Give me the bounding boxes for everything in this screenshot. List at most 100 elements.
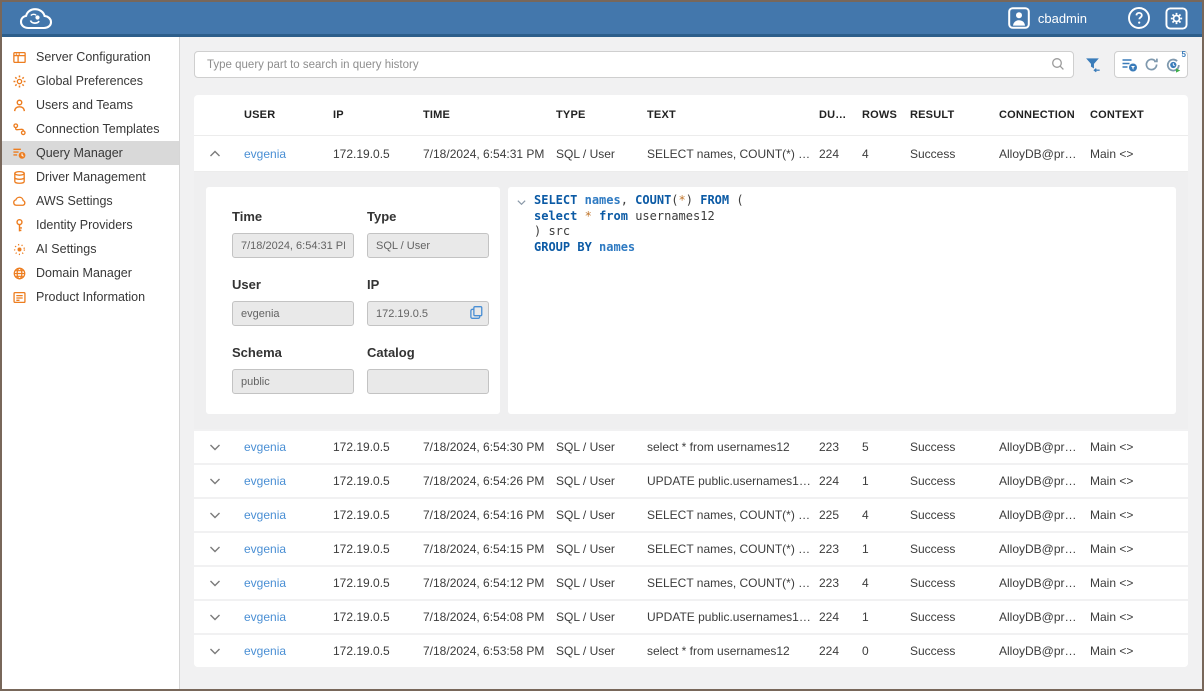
sql-viewer[interactable]: SELECT names, COUNT(*) FROM ( select * f… [508,187,1176,414]
collapse-row-button[interactable] [194,147,244,161]
cell-connection: AlloyDB@proje... [999,610,1090,624]
sidebar-item-connection-templates[interactable]: Connection Templates [2,117,179,141]
cell-connection: AlloyDB@proje... [999,147,1090,161]
app-window: cbadmin Server Configuratio [0,0,1204,691]
cell-time: 7/18/2024, 6:54:26 PM [423,474,556,488]
code-fold-gutter[interactable] [508,193,534,414]
cell-result: Success [910,644,999,658]
user-field[interactable] [232,301,354,326]
query-detail-panel: Time Type User [194,171,1188,429]
filter-funnel-icon [1084,56,1102,74]
query-manager-icon [12,146,27,161]
cell-user[interactable]: evgenia [244,508,333,522]
table-row[interactable]: evgenia 172.19.0.5 7/18/2024, 6:54:12 PM… [194,565,1188,599]
auto-refresh-button[interactable]: 5 [1162,52,1184,77]
type-field[interactable] [367,233,489,258]
copy-ip-button[interactable] [469,305,484,320]
col-user: USER [244,109,333,121]
search-icon [1051,57,1065,76]
sidebar-item-domain-manager[interactable]: Domain Manager [2,261,179,285]
settings-button[interactable] [1165,7,1188,30]
sidebar-item-driver-management[interactable]: Driver Management [2,165,179,189]
col-time: TIME [423,109,556,121]
sidebar-item-aws-settings[interactable]: AWS Settings [2,189,179,213]
sidebar-item-label: Domain Manager [36,266,132,280]
cell-duration: 223 [819,440,862,454]
cell-result: Success [910,542,999,556]
cell-result: Success [910,147,999,161]
globe-icon [12,266,27,281]
cell-rows: 0 [862,644,910,658]
cell-connection: AlloyDB@proje... [999,542,1090,556]
cell-result: Success [910,474,999,488]
expand-row-button[interactable] [194,440,244,454]
expand-row-button[interactable] [194,576,244,590]
sql-token: GROUP BY [534,240,592,254]
username-label: cbadmin [1038,11,1087,26]
expand-row-button[interactable] [194,474,244,488]
cell-text: SELECT names, COUNT(*) FRO... [647,542,819,556]
cell-rows: 4 [862,147,910,161]
field-label: User [232,277,354,292]
catalog-field[interactable] [367,369,489,394]
table-row[interactable]: evgenia 172.19.0.5 7/18/2024, 6:54:30 PM… [194,429,1188,463]
sidebar-item-identity-providers[interactable]: Identity Providers [2,213,179,237]
sidebar-item-query-manager[interactable]: Query Manager [2,141,179,165]
cell-rows: 1 [862,610,910,624]
cell-ip: 172.19.0.5 [333,474,423,488]
sql-token: ) [686,193,700,207]
table-row[interactable]: evgenia 172.19.0.5 7/18/2024, 6:54:08 PM… [194,599,1188,633]
cell-user[interactable]: evgenia [244,610,333,624]
field-label: IP [367,277,489,292]
cell-context: Main <> [1090,576,1188,590]
expand-row-button[interactable] [194,644,244,658]
cell-text: SELECT names, COUNT(*) FRO... [647,147,819,161]
cell-time: 7/18/2024, 6:54:30 PM [423,440,556,454]
cell-user[interactable]: evgenia [244,542,333,556]
cell-type: SQL / User [556,474,647,488]
col-ip: IP [333,109,423,121]
table-row[interactable]: evgenia 172.19.0.5 7/18/2024, 6:54:16 PM… [194,497,1188,531]
sql-token: * [585,209,592,223]
refresh-button[interactable] [1140,52,1162,77]
cell-connection: AlloyDB@proje... [999,474,1090,488]
cell-ip: 172.19.0.5 [333,644,423,658]
help-button[interactable] [1127,6,1151,30]
sidebar-item-global-preferences[interactable]: Global Preferences [2,69,179,93]
expand-row-button[interactable] [194,610,244,624]
cell-user[interactable]: evgenia [244,474,333,488]
expand-row-button[interactable] [194,542,244,556]
admin-sidebar: Server Configuration Global Preferences … [2,37,180,689]
cloudbeaver-logo-icon [18,5,58,32]
sidebar-item-users-and-teams[interactable]: Users and Teams [2,93,179,117]
sidebar-item-ai-settings[interactable]: AI Settings [2,237,179,261]
refresh-icon-group: 5 [1114,51,1188,78]
expand-row-button[interactable] [194,508,244,522]
chevron-down-icon [208,610,222,624]
cell-text: SELECT names, COUNT(*) FRO... [647,576,819,590]
cell-user[interactable]: evgenia [244,440,333,454]
table-row[interactable]: evgenia 172.19.0.5 7/18/2024, 6:54:15 PM… [194,531,1188,565]
cell-type: SQL / User [556,542,647,556]
time-field[interactable] [232,233,354,258]
user-menu[interactable]: cbadmin [1008,7,1087,29]
cell-ip: 172.19.0.5 [333,542,423,556]
table-row-expanded[interactable]: evgenia 172.19.0.5 7/18/2024, 6:54:31 PM… [194,135,1188,171]
cell-user[interactable]: evgenia [244,147,333,161]
table-row[interactable]: evgenia 172.19.0.5 7/18/2024, 6:54:26 PM… [194,463,1188,497]
sql-token: ( [671,193,678,207]
auto-refresh-interval-badge: 5 [1182,50,1186,59]
schema-field[interactable] [232,369,354,394]
cell-duration: 225 [819,508,862,522]
col-rows: ROWS [862,109,910,121]
search-input[interactable] [194,51,1074,78]
chevron-down-icon [208,644,222,658]
filter-funnel-button[interactable] [1078,51,1108,78]
sidebar-item-product-information[interactable]: Product Information [2,285,179,309]
cell-user[interactable]: evgenia [244,644,333,658]
sidebar-item-server-configuration[interactable]: Server Configuration [2,45,179,69]
fold-chevron-down-icon [516,197,527,208]
list-filter-button[interactable] [1118,52,1140,77]
table-row[interactable]: evgenia 172.19.0.5 7/18/2024, 6:53:58 PM… [194,633,1188,667]
cell-user[interactable]: evgenia [244,576,333,590]
